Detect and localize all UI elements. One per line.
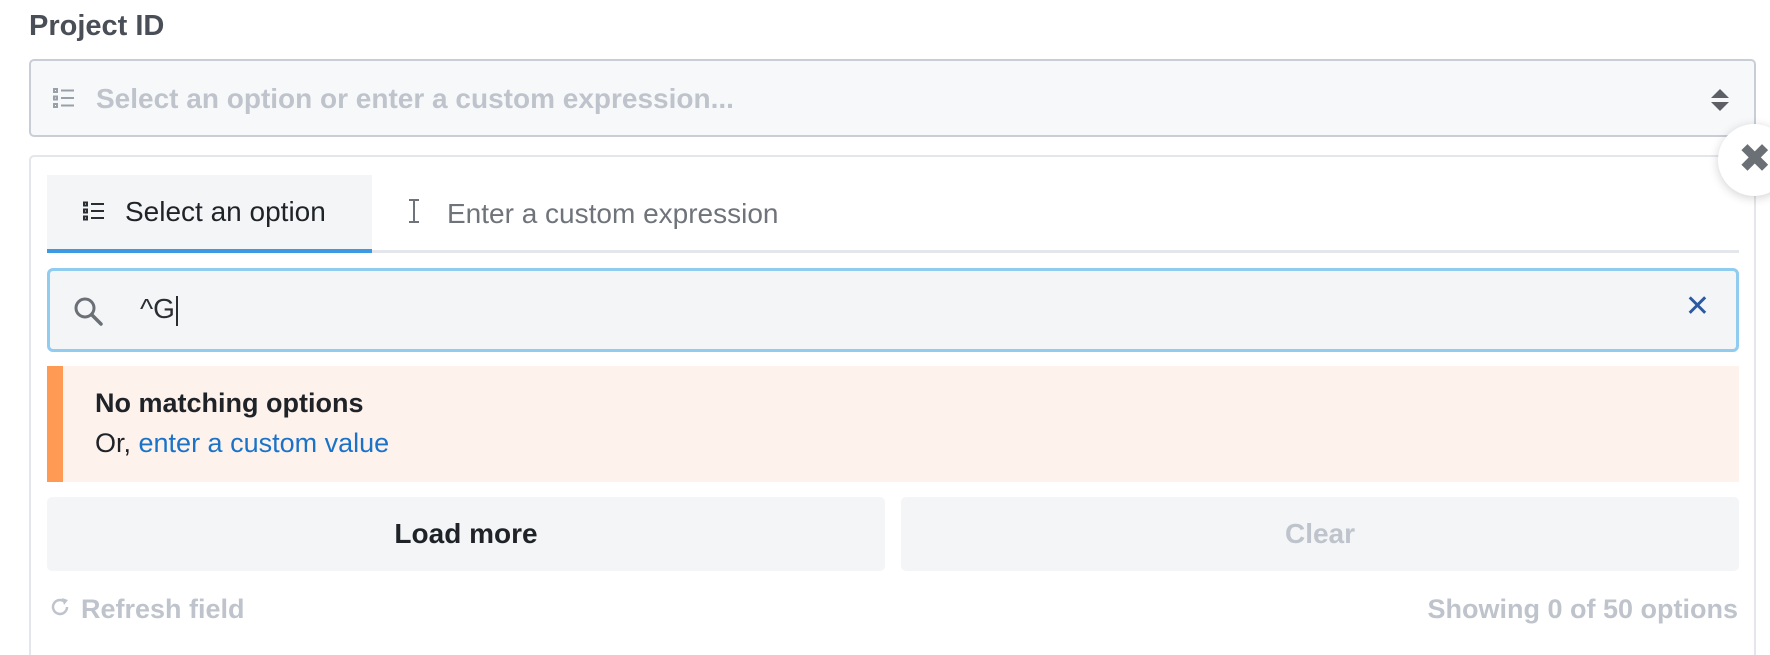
list-icon <box>83 196 105 228</box>
clear-button[interactable]: Clear <box>901 497 1739 571</box>
text-cursor-icon <box>407 198 421 231</box>
search-icon <box>72 295 104 332</box>
no-results-notice: No matching options Or, enter a custom v… <box>47 366 1739 482</box>
refresh-label: Refresh field <box>81 594 245 624</box>
options-dropdown-panel: Select an option Enter a custom expressi… <box>29 155 1756 655</box>
close-icon: ✖ <box>1738 136 1770 182</box>
load-more-button[interactable]: Load more <box>47 497 885 571</box>
sort-arrows-icon <box>1710 88 1730 117</box>
notice-title: No matching options <box>95 388 364 418</box>
refresh-icon <box>49 594 71 625</box>
tab-custom-expression[interactable]: Enter a custom expression <box>407 175 827 253</box>
list-icon <box>53 87 75 114</box>
notice-message: Or, enter a custom value <box>95 428 390 458</box>
tab-label: Select an option <box>125 196 326 227</box>
search-value: ^G <box>140 293 178 326</box>
tab-label: Enter a custom expression <box>447 198 779 229</box>
clear-search-icon[interactable]: ✕ <box>1685 289 1710 324</box>
field-label: Project ID <box>29 10 165 42</box>
search-input[interactable]: ^G ✕ <box>47 268 1739 352</box>
select-placeholder: Select an option or enter a custom expre… <box>96 83 734 114</box>
options-count: Showing 0 of 50 options <box>1427 594 1739 624</box>
project-id-select[interactable]: Select an option or enter a custom expre… <box>29 59 1756 137</box>
custom-value-link[interactable]: enter a custom value <box>139 428 390 458</box>
tab-select-option[interactable]: Select an option <box>47 175 372 253</box>
refresh-field-button[interactable]: Refresh field <box>49 594 245 625</box>
mode-tabs: Select an option Enter a custom expressi… <box>47 175 1739 253</box>
